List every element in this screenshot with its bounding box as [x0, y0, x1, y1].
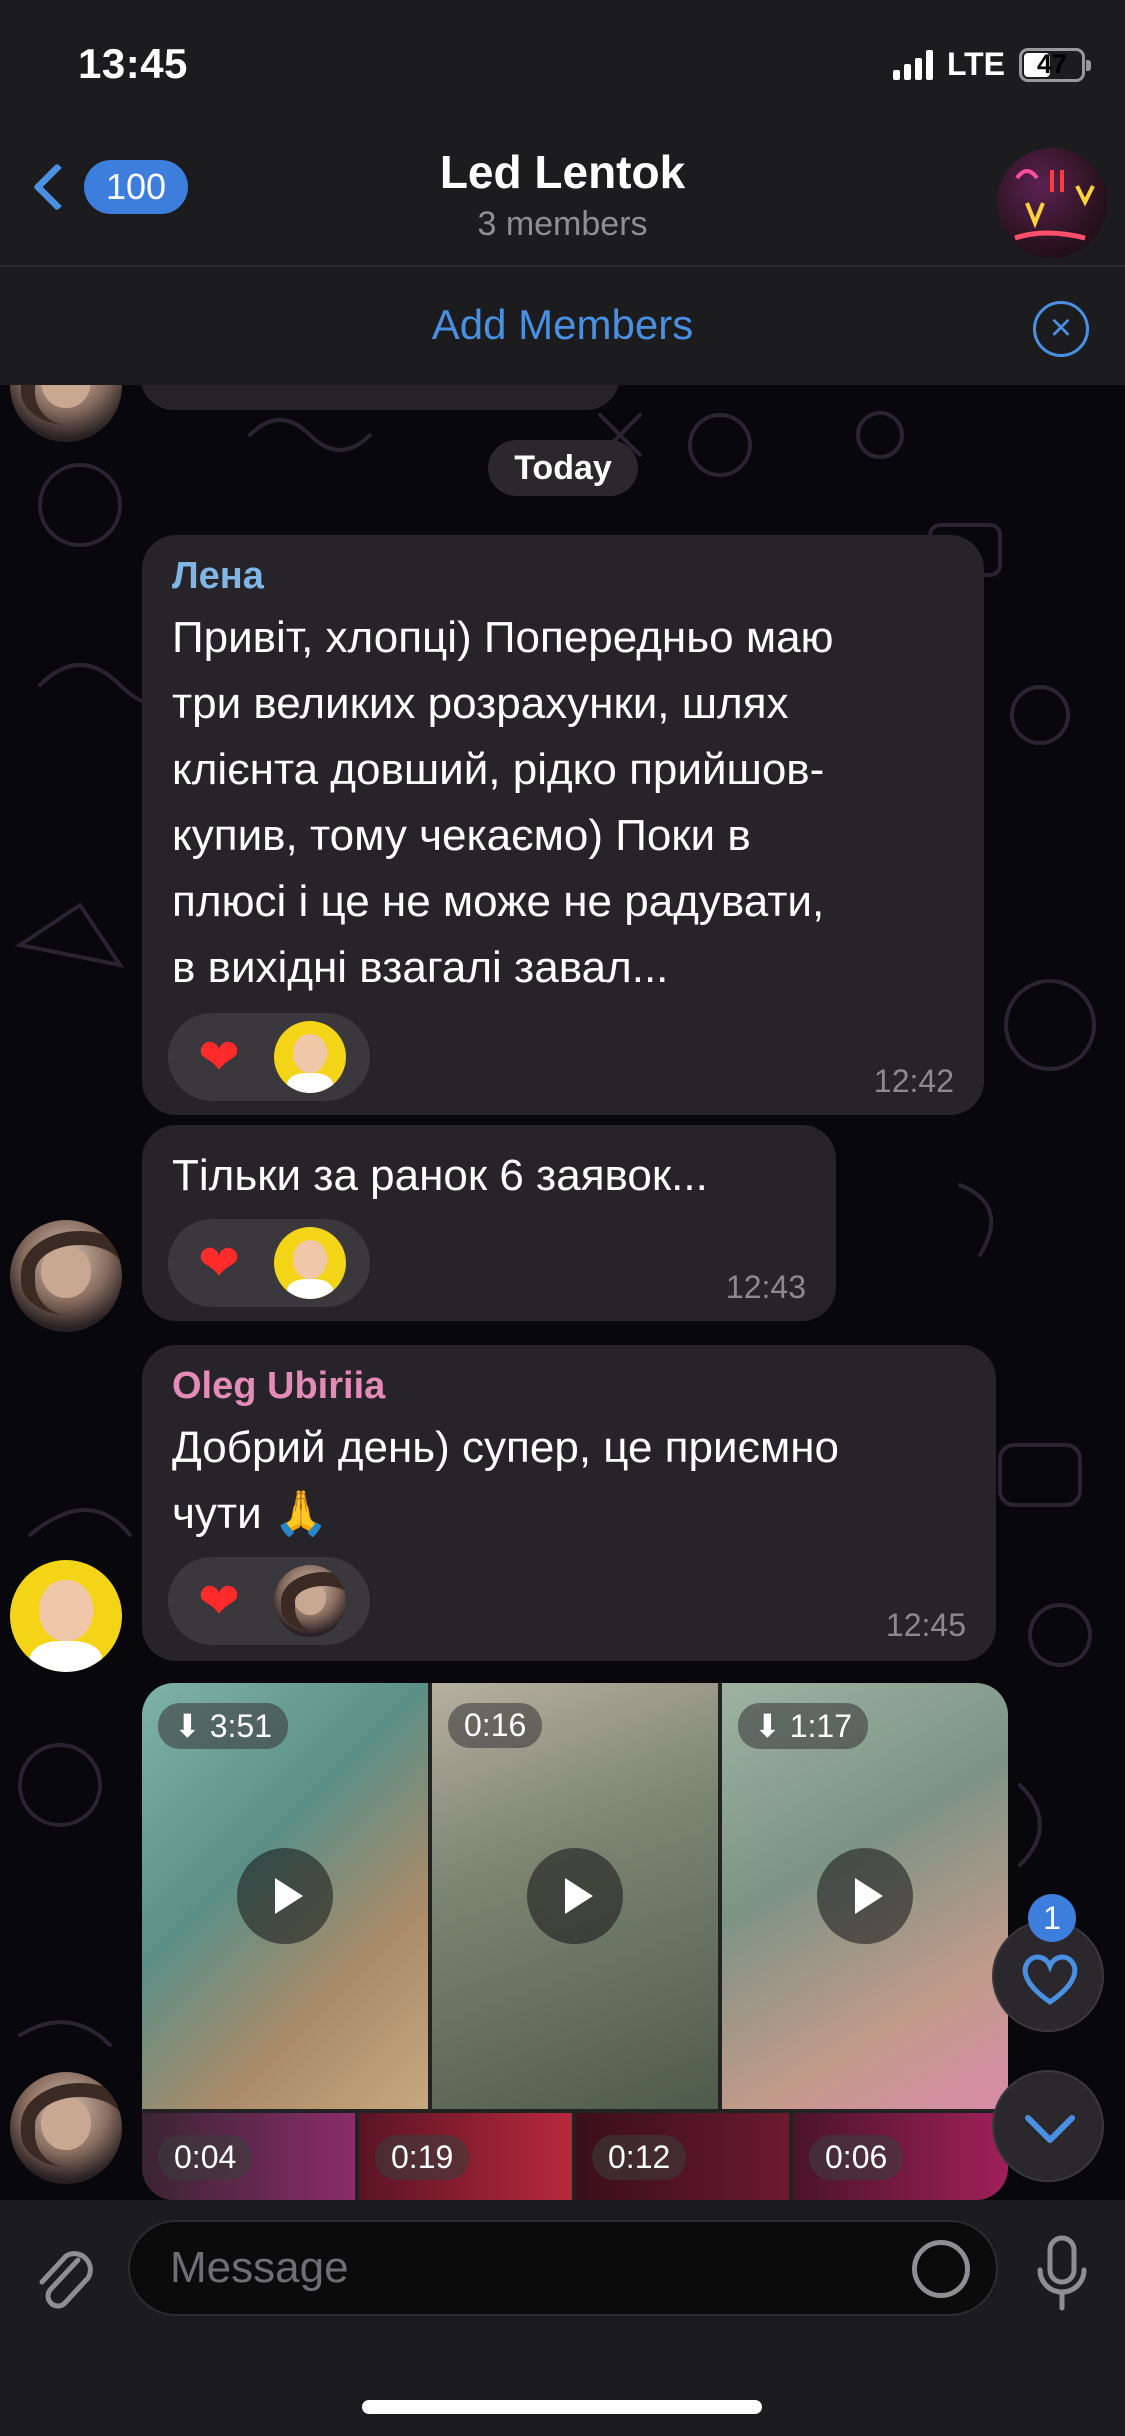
play-icon: [527, 1848, 623, 1944]
battery-icon: 47: [1019, 47, 1091, 82]
video-duration: 0:12: [592, 2135, 687, 2180]
heart-icon: ❤: [198, 1029, 240, 1085]
reaction-heart[interactable]: ❤: [168, 1013, 370, 1101]
scroll-down-button[interactable]: [992, 2070, 1104, 2182]
unread-reactions-button[interactable]: 1: [992, 1894, 1104, 2032]
video-thumbnail[interactable]: ⬇ 1:17: [722, 1683, 1008, 2109]
member-count: 3 members: [477, 205, 648, 243]
chat-header: 13:45 LTE 47 100 Led Lentok 3 members Ad…: [0, 0, 1125, 385]
video-thumbnail[interactable]: 0:12: [576, 2113, 789, 2200]
video-duration: 0:16: [448, 1703, 543, 1748]
reaction-heart[interactable]: ❤: [168, 1219, 370, 1307]
unread-reactions-badge: 1: [1028, 1894, 1076, 1942]
status-time: 13:45: [78, 40, 188, 87]
close-icon[interactable]: ×: [1033, 301, 1089, 357]
signal-icon: [892, 49, 933, 80]
video-thumbnail[interactable]: 0:04: [142, 2113, 355, 2200]
add-members-bar: Add Members ×: [0, 265, 1125, 385]
video-duration: 0:04: [158, 2135, 253, 2180]
message-time: 12:43: [725, 1269, 806, 1305]
video-duration: ⬇ 1:17: [738, 1703, 868, 1749]
battery-level: 47: [1036, 48, 1068, 79]
add-members-button[interactable]: Add Members: [0, 301, 1125, 349]
heart-icon: ❤: [198, 1573, 240, 1629]
avatar[interactable]: [10, 1220, 122, 1332]
message-bubble[interactable]: Oleg Ubiriia Добрий день) супер, це приє…: [142, 1345, 996, 1661]
video-thumbnail[interactable]: ⬇ 3:51: [142, 1683, 428, 2109]
message-time: 12:42: [873, 1063, 954, 1099]
heart-icon: ❤: [198, 1235, 240, 1291]
chat-title[interactable]: Led Lentok: [0, 145, 1125, 199]
reactor-avatar: [274, 1021, 346, 1093]
status-indicators: LTE 47: [892, 46, 1091, 83]
video-thumbnail[interactable]: 0:16: [432, 1683, 718, 2109]
video-thumbnail[interactable]: 0:19: [359, 2113, 572, 2200]
message-bubble[interactable]: Лена Привіт, хлопці) Попередньо маю три …: [142, 535, 984, 1115]
reactor-avatar: [274, 1565, 346, 1637]
date-separator: Today: [488, 440, 638, 496]
message-text: Тільки за ранок 6 заявок...: [172, 1151, 708, 1200]
play-icon: [237, 1848, 333, 1944]
home-indicator[interactable]: [362, 2400, 762, 2414]
message-time: 12:45: [885, 1607, 966, 1643]
sticker-icon[interactable]: [912, 2240, 970, 2298]
avatar[interactable]: [10, 1560, 122, 1672]
message-text: Привіт, хлопці) Попередньо маю три велик…: [172, 613, 834, 992]
attach-button[interactable]: [28, 2240, 98, 2335]
reaction-heart[interactable]: ❤: [168, 1557, 370, 1645]
paperclip-icon: [39, 2251, 93, 2309]
network-type: LTE: [946, 46, 1005, 82]
microphone-button[interactable]: [1036, 2234, 1088, 2314]
message-bubble[interactable]: Тільки за ранок 6 заявок... ❤ 12:43: [142, 1125, 836, 1321]
reactor-avatar: [274, 1227, 346, 1299]
sender-name[interactable]: Oleg Ubiriia: [172, 1365, 385, 1408]
neon-logo-icon: [1014, 169, 1095, 241]
play-icon: [817, 1848, 913, 1944]
video-thumbnail[interactable]: 0:06: [793, 2113, 1008, 2200]
chevron-down-icon: [1025, 2115, 1075, 2143]
microphone-icon: [1037, 2235, 1087, 2311]
message-text: Добрий день) супер, це приємно чути 🙏: [172, 1423, 840, 1538]
avatar[interactable]: [10, 2072, 122, 2184]
sender-name[interactable]: Лена: [172, 555, 264, 598]
video-duration: 0:06: [809, 2135, 904, 2180]
message-input[interactable]: Message: [128, 2220, 998, 2316]
group-avatar[interactable]: [997, 148, 1107, 258]
video-duration: 0:19: [375, 2135, 470, 2180]
video-duration: ⬇ 3:51: [158, 1703, 288, 1749]
media-album: ⬇ 3:51 0:16 ⬇ 1:17 0:04 0:19 0:12 0:06: [142, 1683, 1008, 2200]
